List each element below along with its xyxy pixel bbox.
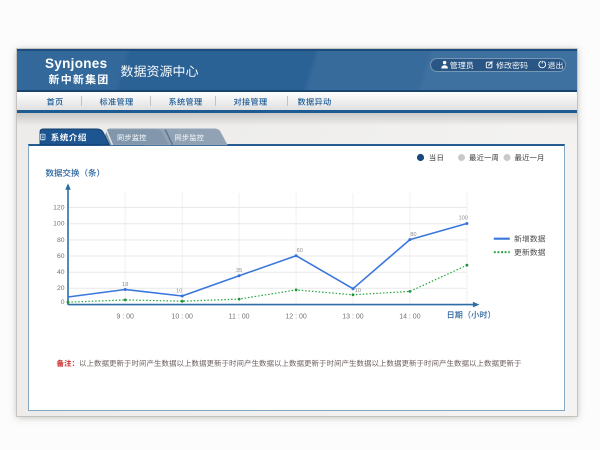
svg-text:18: 18 [122, 282, 128, 288]
svg-text:100: 100 [53, 221, 65, 228]
svg-text:9 : 00: 9 : 00 [116, 314, 134, 321]
svg-text:11 : 00: 11 : 00 [229, 314, 250, 321]
svg-text:10 : 00: 10 : 00 [171, 314, 193, 321]
svg-text:35: 35 [236, 268, 242, 274]
svg-text:120: 120 [53, 204, 65, 211]
svg-text:13 : 00: 13 : 00 [342, 314, 364, 321]
svg-text:10: 10 [176, 288, 182, 294]
svg-text:14 : 00: 14 : 00 [399, 314, 421, 321]
svg-text:80: 80 [410, 232, 416, 238]
svg-text:0: 0 [61, 299, 65, 306]
svg-text:40: 40 [57, 269, 65, 276]
svg-text:60: 60 [57, 253, 65, 260]
svg-text:100: 100 [458, 216, 468, 222]
svg-text:10: 10 [355, 288, 361, 294]
svg-text:20: 20 [57, 285, 65, 292]
svg-text:12 : 00: 12 : 00 [285, 314, 307, 321]
svg-text:60: 60 [297, 248, 303, 254]
svg-text:80: 80 [57, 237, 65, 244]
